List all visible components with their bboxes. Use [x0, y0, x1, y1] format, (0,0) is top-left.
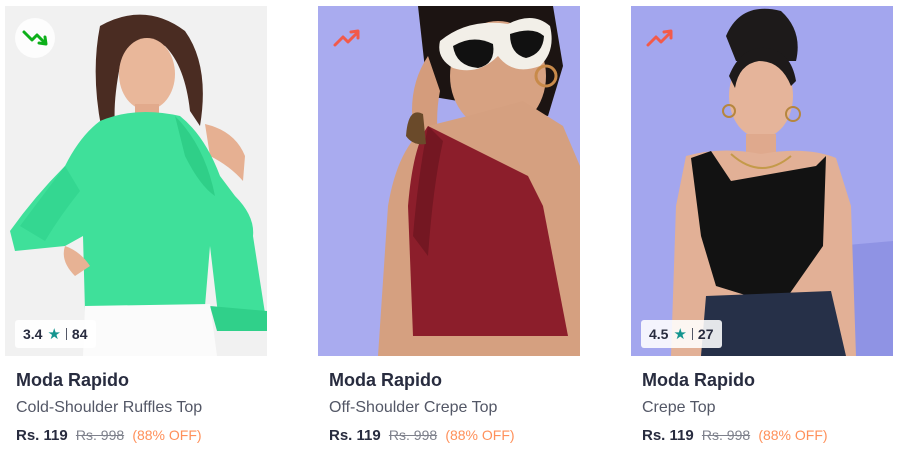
rating-badge: 3.4 ★ 84 — [15, 320, 96, 348]
product-image[interactable] — [318, 6, 580, 356]
product-image[interactable]: 3.4 ★ 84 — [5, 6, 267, 356]
product-brand: Moda Rapido — [642, 370, 755, 390]
trend-up-icon — [330, 18, 370, 58]
rating-count: 27 — [697, 326, 714, 342]
star-icon: ★ — [47, 326, 61, 343]
product-photo-green-top — [5, 6, 267, 356]
product-photo-black-top — [631, 6, 893, 356]
discount-percent: (88% OFF) — [132, 427, 202, 443]
product-price: Rs. 119 Rs. 998 (88% OFF) — [5, 427, 267, 444]
rating-divider — [65, 328, 67, 340]
product-name: Cold-Shoulder Ruffles Top — [16, 399, 203, 416]
discounted-price: Rs. 119 — [642, 427, 694, 444]
rating-divider — [691, 328, 693, 340]
product-image[interactable]: 4.5 ★ 27 — [631, 6, 893, 356]
original-price: Rs. 998 — [388, 427, 438, 443]
product-brand: Moda Rapido — [16, 370, 129, 390]
rating-value: 3.4 — [23, 326, 43, 342]
product-price: Rs. 119 Rs. 998 (88% OFF) — [631, 427, 893, 444]
product-card[interactable]: Moda Rapido Off-Shoulder Crepe Top Rs. 1… — [318, 6, 580, 444]
product-name: Crepe Top — [642, 399, 716, 416]
product-photo-maroon-top — [318, 6, 580, 356]
original-price: Rs. 998 — [701, 427, 751, 443]
product-card[interactable]: 3.4 ★ 84 Moda Rapido Cold-Shoulder Ruffl… — [5, 6, 267, 444]
discount-percent: (88% OFF) — [445, 427, 515, 443]
discount-percent: (88% OFF) — [758, 427, 828, 443]
rating-count: 84 — [71, 326, 88, 342]
star-icon: ★ — [673, 326, 687, 343]
discounted-price: Rs. 119 — [16, 427, 68, 444]
discounted-price: Rs. 119 — [329, 427, 381, 444]
rating-badge: 4.5 ★ 27 — [641, 320, 722, 348]
original-price: Rs. 998 — [75, 427, 125, 443]
trend-down-icon — [15, 18, 55, 58]
product-name: Off-Shoulder Crepe Top — [329, 399, 498, 416]
product-price: Rs. 119 Rs. 998 (88% OFF) — [318, 427, 580, 444]
trend-up-icon — [643, 18, 683, 58]
product-card[interactable]: 4.5 ★ 27 Moda Rapido Crepe Top Rs. 119 R… — [631, 6, 893, 444]
rating-value: 4.5 — [649, 326, 669, 342]
product-brand: Moda Rapido — [329, 370, 442, 390]
